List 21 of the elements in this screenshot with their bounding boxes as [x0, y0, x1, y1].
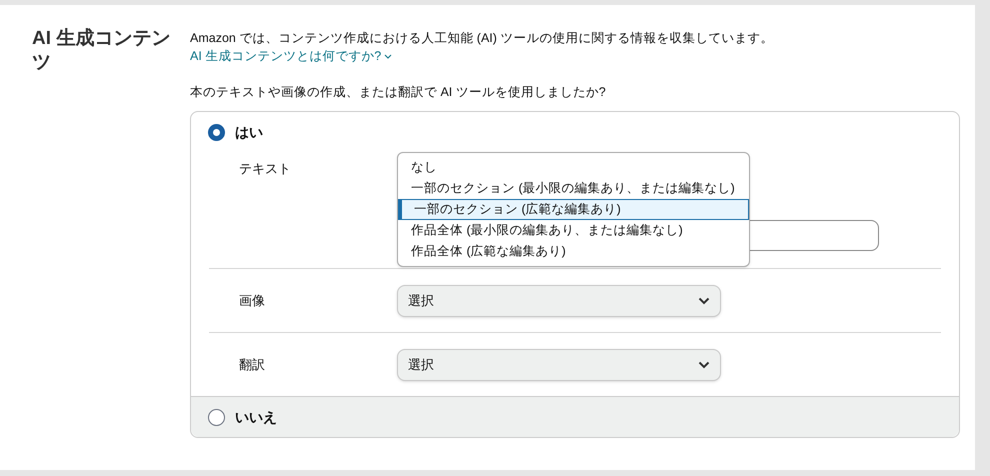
option-label[interactable]: はい [235, 122, 263, 142]
menu-option[interactable]: 一部のセクション (最小限の編集あり、または編集なし) [398, 178, 749, 199]
chevron-down-icon [698, 296, 710, 304]
field-label: テキスト [239, 160, 292, 178]
field-label: 画像 [239, 292, 266, 310]
radio-button[interactable] [208, 124, 225, 140]
menu-option[interactable]: 作品全体 (広範な編集あり) [398, 241, 749, 262]
help-link[interactable]: AI 生成コンテンツとは何ですか? [190, 47, 392, 65]
menu-option[interactable]: 作品全体 (最小限の編集あり、または編集なし) [398, 220, 749, 241]
intro-text: Amazon では、コンテンツ作成における人工知能 (AI) ツールの使用に関する情報を収集しています。 [190, 30, 774, 47]
select-dropdown[interactable]: 選択 [397, 284, 721, 316]
question-text: 本のテキストや画像の作成、または翻訳で AI ツールを使用しましたか? [190, 84, 607, 101]
option-label[interactable]: いいえ [235, 406, 277, 428]
section-title: AI 生成コンテンツ [32, 27, 172, 75]
chevron-down-icon [384, 54, 392, 58]
field-label: 翻訳 [239, 356, 266, 374]
menu-option[interactable]: 一部のセクション (広範な編集あり) [398, 199, 749, 220]
radio-button[interactable] [208, 408, 225, 426]
select-dropdown[interactable]: 選択 [397, 348, 721, 380]
chevron-down-icon [698, 360, 710, 368]
menu-option[interactable]: なし [398, 157, 749, 178]
